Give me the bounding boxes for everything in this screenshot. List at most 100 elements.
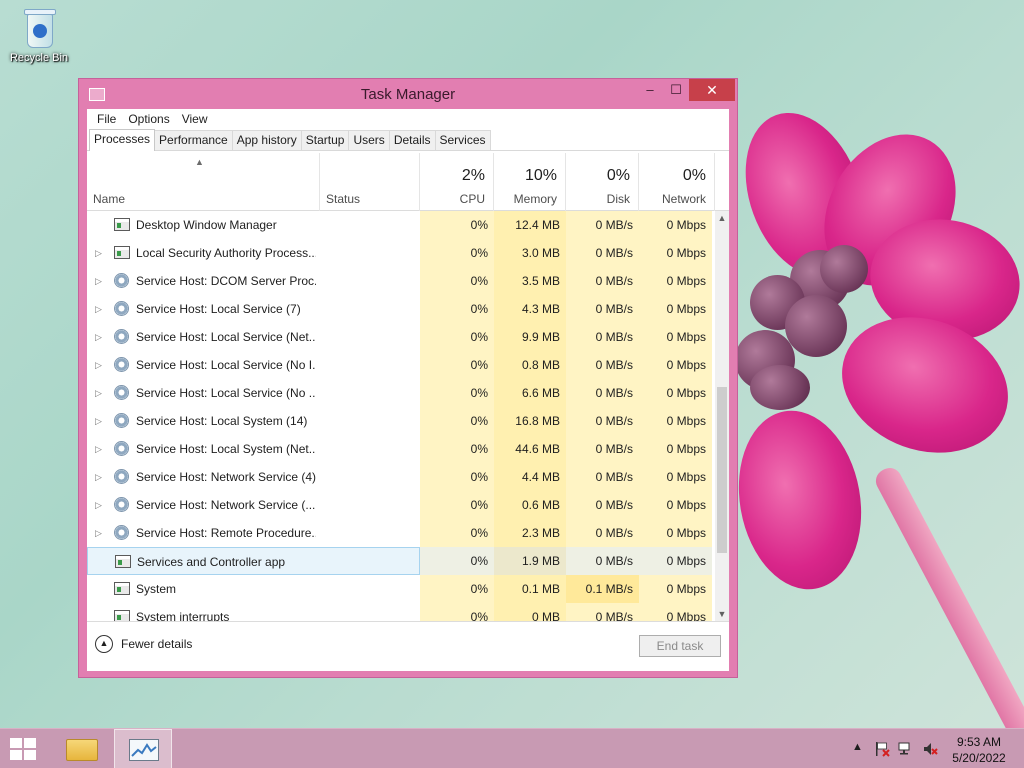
memory-column-label: Memory	[513, 192, 557, 206]
process-name: Service Host: Local Service (No ...	[136, 386, 316, 400]
taskbar-file-explorer[interactable]	[52, 729, 110, 768]
process-name-cell[interactable]: ▷ Service Host: Local Service (7)	[87, 295, 420, 323]
process-row[interactable]: System 0% 0.1 MB 0.1 MB/s 0 Mbps	[87, 575, 715, 603]
process-row[interactable]: ▷ Service Host: Network Service (... 0% 0.6…	[87, 491, 715, 519]
process-name-cell[interactable]: ▷ Service Host: Local System (14)	[87, 407, 420, 435]
process-row[interactable]: ▷ Service Host: Network Service (4) 0% 4.4 …	[87, 463, 715, 491]
process-row[interactable]: ▷ Service Host: Local System (Net... 0% 44.…	[87, 435, 715, 463]
process-row[interactable]: Desktop Window Manager 0% 12.4 MB 0 MB/s 0 M…	[87, 211, 715, 239]
action-center-flag-icon[interactable]	[874, 741, 890, 760]
column-header-memory[interactable]: 10% Memory	[494, 153, 566, 211]
process-name-cell[interactable]: System	[87, 575, 420, 603]
process-row[interactable]: ▷ Service Host: Local Service (No ... 0% 6.…	[87, 379, 715, 407]
scroll-down-icon[interactable]: ▼	[715, 607, 729, 621]
wallpaper-flower	[700, 90, 1024, 730]
process-row[interactable]: ▷ Service Host: DCOM Server Proc... 0% 3.5 …	[87, 267, 715, 295]
process-name-cell[interactable]: ▷ Service Host: Local Service (Net...	[87, 323, 420, 351]
close-button[interactable]: ✕	[689, 79, 735, 101]
expand-chevron-icon[interactable]: ▷	[95, 323, 102, 351]
column-header-network[interactable]: 0% Network	[639, 153, 715, 211]
column-header-status[interactable]: Status	[320, 153, 420, 211]
cpu-total-percent: 2%	[461, 167, 485, 184]
tab-startup[interactable]: Startup	[300, 130, 350, 150]
expand-chevron-icon[interactable]: ▷	[95, 295, 102, 323]
column-header-cpu[interactable]: 2% CPU	[420, 153, 494, 211]
tab-processes[interactable]: Processes	[89, 129, 156, 151]
process-name-cell[interactable]: Services and Controller app	[87, 547, 420, 575]
expand-chevron-icon[interactable]: ▷	[95, 267, 102, 295]
maximize-button[interactable]: ☐	[663, 79, 689, 101]
process-cpu: 0%	[420, 491, 494, 519]
expand-chevron-icon[interactable]: ▷	[95, 519, 102, 547]
process-row[interactable]: System interrupts 0% 0 MB 0 MB/s 0 Mbps	[87, 603, 715, 621]
process-name: Service Host: Local Service (Net...	[136, 330, 316, 344]
vertical-scrollbar[interactable]: ▲ ▼	[715, 211, 729, 621]
tab-performance[interactable]: Performance	[154, 130, 233, 150]
gear-icon	[114, 329, 129, 344]
cpu-column-label: CPU	[459, 192, 485, 206]
tab-details[interactable]: Details	[388, 130, 436, 150]
network-column-label: Network	[661, 192, 706, 206]
gear-icon	[114, 357, 129, 372]
expand-chevron-icon[interactable]: ▷	[95, 239, 102, 267]
column-header-name[interactable]: ▲ Name	[87, 153, 320, 211]
process-name-cell[interactable]: ▷ Service Host: Local Service (No I...	[87, 351, 420, 379]
process-row[interactable]: ▷ Service Host: Local System (14) 0% 16.8 M…	[87, 407, 715, 435]
process-network: 0 Mbps	[639, 323, 712, 351]
end-task-button[interactable]: End task	[639, 635, 721, 657]
footer-bar: ▲ Fewer details End task	[87, 621, 729, 671]
process-row[interactable]: ▷ Service Host: Local Service (Net... 0% 9.…	[87, 323, 715, 351]
process-row[interactable]: ▷ Service Host: Local Service (No I... 0% 0…	[87, 351, 715, 379]
process-name-cell[interactable]: ▷ Service Host: Network Service (...	[87, 491, 420, 519]
menu-file[interactable]: File	[91, 112, 122, 126]
chevron-up-icon[interactable]: ▲	[852, 741, 863, 753]
process-name-cell[interactable]: ▷ Service Host: Network Service (4)	[87, 463, 420, 491]
process-name-cell[interactable]: Desktop Window Manager	[87, 211, 420, 239]
fewer-details-link[interactable]: Fewer details	[121, 637, 192, 651]
minimize-button[interactable]: –	[637, 79, 663, 101]
process-name-cell[interactable]: System interrupts	[87, 603, 420, 621]
process-cpu: 0%	[420, 239, 494, 267]
process-name-cell[interactable]: ▷ Service Host: DCOM Server Proc...	[87, 267, 420, 295]
title-bar[interactable]: Task Manager – ☐ ✕	[79, 79, 737, 109]
desktop-icon-label: Recycle Bin	[9, 52, 69, 64]
process-network: 0 Mbps	[639, 463, 712, 491]
process-name-cell[interactable]: ▷ Service Host: Remote Procedure...	[87, 519, 420, 547]
process-row[interactable]: Services and Controller app 0% 1.9 MB 0 MB/…	[87, 547, 715, 575]
menu-bar: File Options View	[87, 109, 729, 129]
process-network: 0 Mbps	[639, 491, 712, 519]
process-name-cell[interactable]: ▷ Service Host: Local System (Net...	[87, 435, 420, 463]
menu-view[interactable]: View	[176, 112, 214, 126]
menu-options[interactable]: Options	[122, 112, 175, 126]
tab-users[interactable]: Users	[348, 130, 390, 150]
network-icon[interactable]	[898, 741, 914, 760]
clock-time: 9:53 AM	[956, 735, 1002, 749]
expand-chevron-icon[interactable]: ▷	[95, 407, 102, 435]
expand-chevron-icon[interactable]: ▷	[95, 379, 102, 407]
scroll-up-icon[interactable]: ▲	[715, 211, 729, 225]
process-name-cell[interactable]: ▷ Local Security Authority Process...	[87, 239, 420, 267]
column-header-disk[interactable]: 0% Disk	[566, 153, 639, 211]
process-memory: 0.1 MB	[494, 575, 566, 603]
process-name-cell[interactable]: ▷ Service Host: Local Service (No ...	[87, 379, 420, 407]
volume-muted-icon[interactable]	[922, 741, 938, 760]
scrollbar-thumb[interactable]	[717, 387, 727, 553]
expand-chevron-icon[interactable]: ▷	[95, 351, 102, 379]
expand-chevron-icon[interactable]: ▷	[95, 463, 102, 491]
tab-services[interactable]: Services	[434, 130, 491, 150]
taskbar-clock[interactable]: 9:53 AM 5/20/2022	[944, 734, 1014, 766]
tab-app-history[interactable]: App history	[231, 130, 302, 150]
process-disk: 0 MB/s	[566, 407, 639, 435]
expand-chevron-icon[interactable]: ▷	[95, 491, 102, 519]
folder-icon	[66, 739, 98, 761]
process-network: 0 Mbps	[639, 519, 712, 547]
taskbar-task-manager[interactable]	[114, 729, 172, 768]
expand-chevron-icon[interactable]: ▷	[95, 435, 102, 463]
process-cpu: 0%	[420, 407, 494, 435]
process-row[interactable]: ▷ Service Host: Local Service (7) 0% 4.3 MB…	[87, 295, 715, 323]
process-row[interactable]: ▷ Service Host: Remote Procedure... 0% 2.3 …	[87, 519, 715, 547]
chevron-up-circle-icon[interactable]: ▲	[95, 635, 113, 653]
desktop-icon-recycle-bin[interactable]: Recycle Bin	[4, 6, 74, 64]
process-row[interactable]: ▷ Local Security Authority Process... 0% 3.…	[87, 239, 715, 267]
start-button[interactable]	[10, 738, 38, 762]
